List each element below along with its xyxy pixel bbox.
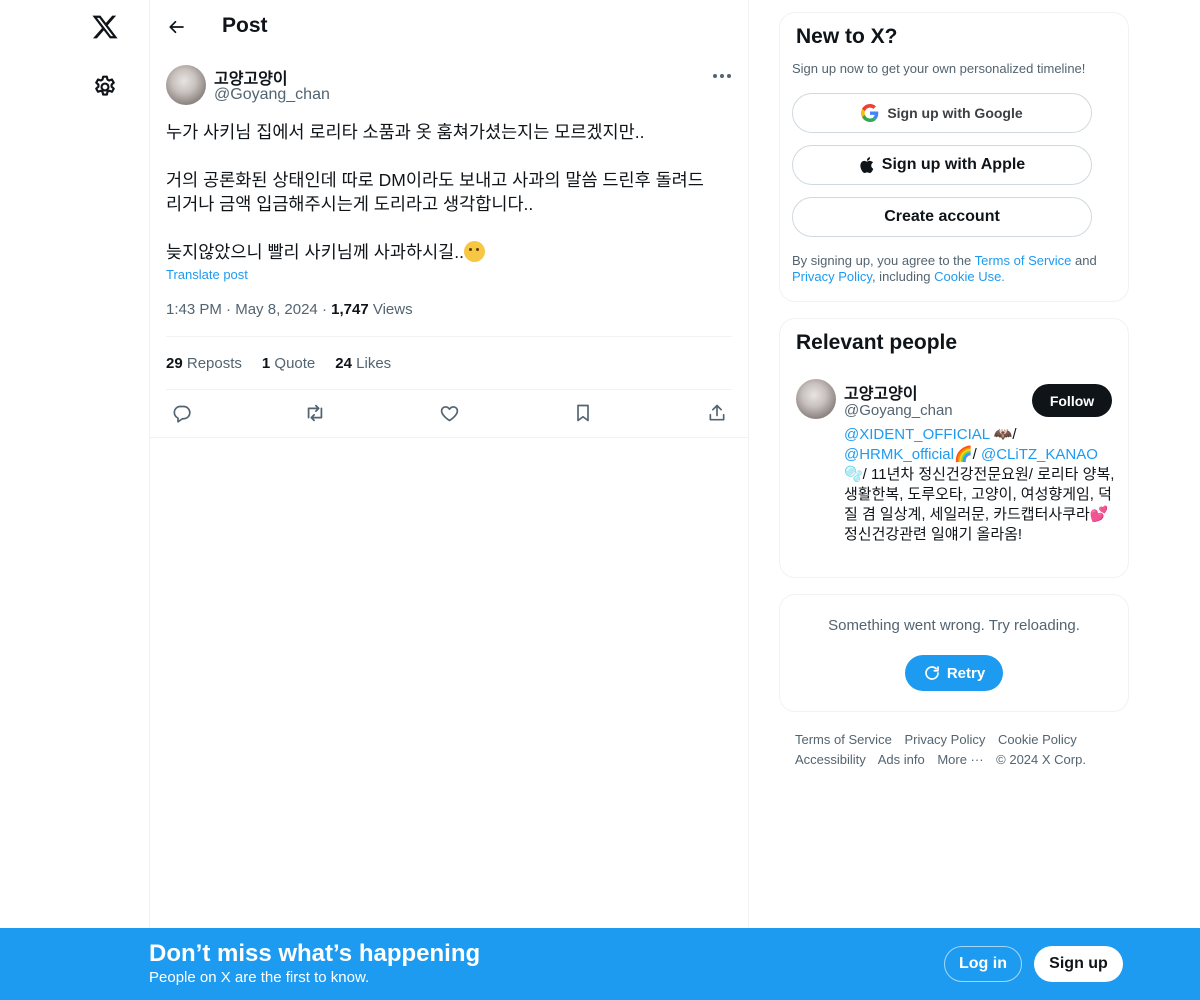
footer-more[interactable]: More ···: [937, 752, 983, 767]
footer-link[interactable]: Accessibility: [795, 752, 866, 767]
post-line: [166, 144, 732, 168]
likes-label: Likes: [356, 354, 392, 372]
post-line: [166, 216, 732, 240]
banner-subtitle: People on X are the first to know.: [149, 969, 370, 986]
signup-banner: Don’t miss what’s happening People on X …: [0, 928, 1200, 1000]
post: 고양고양이 @Goyang_chan 누가 사키님 집에서 로리타 소품과 옷 …: [150, 54, 748, 438]
reply-icon[interactable]: [170, 402, 192, 424]
relevant-people-card: Relevant people 고양고양이 @Goyang_chan Follo…: [779, 318, 1129, 578]
reposts-label: Reposts: [186, 354, 242, 372]
views-label: Views: [372, 301, 413, 318]
x-logo-icon[interactable]: [91, 13, 119, 41]
bio-mention[interactable]: @XIDENT_OFFICIAL: [844, 426, 990, 443]
post-actions: [166, 390, 732, 438]
post-date[interactable]: May 8, 2024: [235, 301, 318, 318]
post-line: 누가 사키님 집에서 로리타 소품과 옷 훔쳐가셨는지는 모르겠지만..: [166, 122, 645, 142]
avatar[interactable]: [166, 65, 206, 105]
privacy-link[interactable]: Privacy Policy: [792, 269, 872, 284]
relevant-people-title: Relevant people: [796, 331, 958, 354]
avatar[interactable]: [796, 379, 836, 419]
google-icon: [861, 104, 879, 122]
more-dots-icon[interactable]: [712, 68, 732, 84]
person-name[interactable]: 고양고양이: [844, 380, 918, 404]
post-line: 거의 공론화된 상태인데 따로 DM이라도 보내고 사과의 말씀 드린후 돌려드: [166, 170, 704, 190]
post-meta: 1:43 PM · May 8, 2024 · 1,747 Views: [166, 301, 413, 318]
terms-link[interactable]: Terms of Service: [975, 253, 1072, 268]
page-header: Post: [150, 0, 748, 54]
login-button[interactable]: Log in: [944, 946, 1022, 982]
banner-title: Don’t miss what’s happening: [149, 940, 481, 967]
reposts-count: 29: [166, 354, 183, 372]
repost-icon[interactable]: [304, 402, 326, 424]
error-card: Something went wrong. Try reloading. Ret…: [779, 594, 1129, 712]
views-count: 1,747: [331, 301, 369, 318]
quote-count: 1: [261, 354, 271, 372]
legal-including: , including: [871, 269, 935, 284]
arrow-left-icon[interactable]: [164, 14, 190, 40]
bio-mention[interactable]: @HRMK_official: [844, 446, 954, 463]
page-title: Post: [222, 14, 268, 37]
bookmark-icon[interactable]: [572, 402, 594, 424]
person-handle[interactable]: @Goyang_chan: [844, 402, 953, 419]
quote-stat[interactable]: 1 Quote: [262, 355, 315, 372]
main-column: Post 고양고양이 @Goyang_chan 누가 사키님 집에서 로리타 소…: [149, 0, 749, 1000]
google-signup-button[interactable]: Sign up with Google: [792, 93, 1092, 133]
footer-links: Terms of Service Privacy Policy Cookie P…: [795, 730, 1115, 770]
post-text: 누가 사키님 집에서 로리타 소품과 옷 훔쳐가셨는지는 모르겠지만.. 거의 …: [166, 120, 732, 264]
apple-icon: [859, 156, 874, 174]
footer-link[interactable]: Privacy Policy: [904, 732, 985, 747]
footer-link[interactable]: Ads info: [878, 752, 925, 767]
bio-text: 🫧/ 11년차 정신건강전문요원/ 로리타 양복, 생활한복, 도루오타, 고양…: [844, 466, 1115, 543]
tear-smile-emoji: [464, 241, 486, 262]
retry-label: Retry: [946, 664, 986, 682]
post-line: 리거나 금액 입금해주시는게 도리라고 생각합니다..: [166, 194, 534, 214]
footer-link[interactable]: Cookie Policy: [998, 732, 1077, 747]
author-handle[interactable]: @Goyang_chan: [214, 86, 330, 104]
signup-card-subtitle: Sign up now to get your own personalized…: [792, 61, 1086, 76]
error-message: Something went wrong. Try reloading.: [828, 617, 1080, 634]
cookie-link[interactable]: Cookie Use.: [934, 269, 1005, 284]
bio-text: 🦇/: [989, 426, 1017, 443]
left-nav: [0, 0, 150, 1000]
google-signup-label: Sign up with Google: [887, 105, 1023, 121]
share-icon[interactable]: [706, 402, 728, 424]
retry-button[interactable]: Retry: [905, 655, 1003, 691]
likes-count: 24: [335, 354, 352, 372]
apple-signup-button[interactable]: Sign up with Apple: [792, 145, 1092, 185]
gear-icon[interactable]: [92, 74, 118, 100]
signup-button[interactable]: Sign up: [1034, 946, 1123, 982]
quote-label: Quote: [274, 354, 316, 372]
post-stats: 29 Reposts 1 Quote 24 Likes: [166, 336, 732, 390]
like-icon[interactable]: [438, 402, 460, 424]
create-account-button[interactable]: Create account: [792, 197, 1092, 237]
post-line: 늦지않았으니 빨리 사키님께 사과하시길..: [166, 242, 465, 262]
follow-button[interactable]: Follow: [1032, 384, 1112, 417]
signup-card-title: New to X?: [796, 25, 898, 48]
legal-prefix: By signing up, you agree to the: [792, 253, 975, 268]
bio-text: 🌈/: [953, 446, 981, 463]
post-time[interactable]: 1:43 PM: [166, 301, 222, 318]
footer-link[interactable]: Terms of Service: [795, 732, 892, 747]
signup-card: New to X? Sign up now to get your own pe…: [779, 12, 1129, 302]
bio-mention[interactable]: @CLiTZ_KANAO: [981, 446, 1098, 463]
likes-stat[interactable]: 24 Likes: [335, 355, 391, 372]
create-account-label: Create account: [884, 208, 1000, 225]
reposts-stat[interactable]: 29 Reposts: [166, 355, 242, 372]
person-bio: @XIDENT_OFFICIAL 🦇/ @HRMK_official🌈/ @CL…: [844, 425, 1116, 545]
refresh-icon: [923, 664, 941, 682]
footer-copyright: © 2024 X Corp.: [996, 752, 1086, 767]
legal-and: and: [1071, 253, 1097, 268]
translate-post-link[interactable]: Translate post: [166, 267, 248, 282]
post-line-last: 늦지않았으니 빨리 사키님께 사과하시길..: [166, 240, 732, 264]
apple-signup-label: Sign up with Apple: [881, 156, 1026, 173]
signup-legal-text: By signing up, you agree to the Terms of…: [792, 253, 1118, 285]
